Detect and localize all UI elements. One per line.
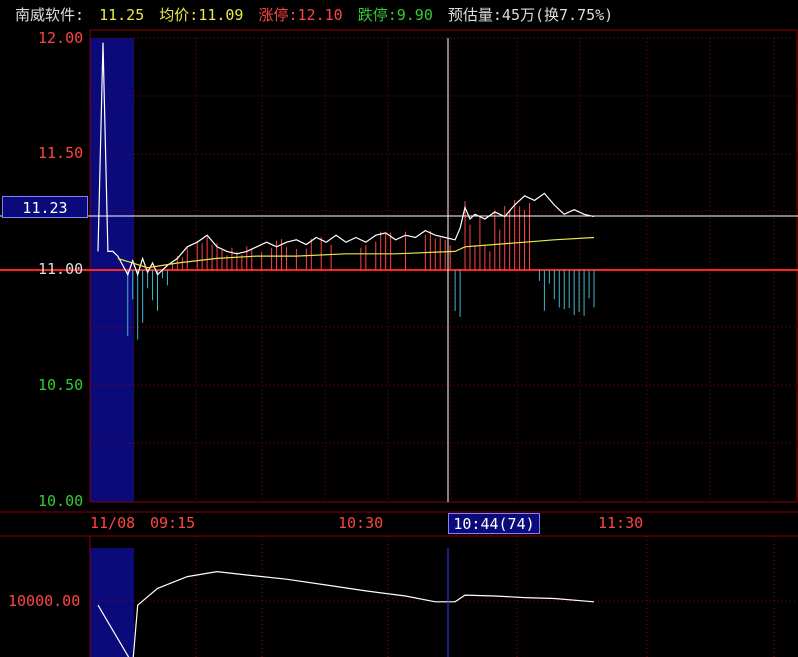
price-tick-10: 10.00 — [38, 492, 84, 510]
lower-indicator-line — [97, 570, 595, 657]
intraday-chart[interactable] — [0, 0, 798, 657]
time-label-1030: 10:30 — [338, 514, 384, 532]
auction-highlight-lower — [90, 548, 134, 657]
time-label-0915: 09:15 — [150, 514, 196, 532]
price-tick-10-5: 10.50 — [38, 376, 84, 394]
limit-up-value: 12.10 — [297, 6, 343, 24]
price-tick-12: 12.00 — [38, 29, 84, 47]
limit-down-label: 跌停: — [357, 6, 397, 24]
crosshair-price-tag: 11.23 — [2, 196, 88, 218]
time-label-1130: 11:30 — [598, 514, 644, 532]
quote-header: 南威软件: 11.25 均价:11.09 涨停:12.10 跌停:9.90 预估… — [0, 0, 798, 30]
limit-up-label: 涨停: — [258, 6, 298, 24]
stock-name: 南威软件: — [15, 6, 85, 24]
volume-axis-label: 10000.00 — [8, 592, 81, 610]
time-label-date: 11/08 — [90, 514, 136, 532]
price-tick-11: 11.00 — [38, 260, 84, 278]
current-price: 11.25 — [99, 6, 145, 24]
limit-down-value: 9.90 — [396, 6, 433, 24]
avg-price-line — [117, 236, 595, 269]
crosshair-time-tag: 10:44(74) — [448, 513, 540, 534]
volume-estimate: 预估量:45万(换7.75%) — [447, 6, 614, 24]
avg-price-label: 均价: — [159, 6, 199, 24]
price-tick-11-5: 11.50 — [38, 144, 84, 162]
avg-price-value: 11.09 — [198, 6, 244, 24]
